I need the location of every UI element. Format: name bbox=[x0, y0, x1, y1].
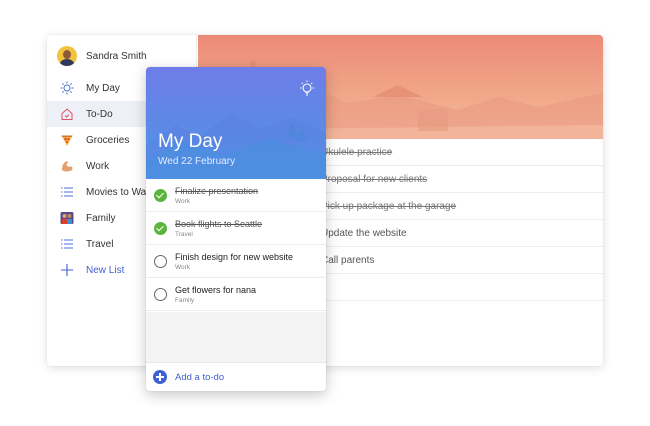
my-day-card: My Day Wed 22 February Finalize presenta… bbox=[146, 67, 326, 391]
sun-icon bbox=[59, 80, 75, 96]
sidebar-item-label: Work bbox=[86, 160, 110, 172]
lightbulb-icon[interactable] bbox=[298, 80, 316, 98]
new-list-label: New List bbox=[86, 264, 125, 276]
plus-icon bbox=[59, 262, 75, 278]
checkbox-checked-icon[interactable] bbox=[154, 222, 167, 235]
checkbox-icon[interactable] bbox=[154, 288, 167, 301]
sidebar-item-label: To-Do bbox=[86, 108, 113, 120]
task-list-name: Family bbox=[175, 297, 195, 304]
list-icon bbox=[59, 236, 75, 252]
page-title: My Day bbox=[158, 131, 223, 152]
my-day-task-list: Finalize presentation Work Book flights … bbox=[146, 179, 326, 311]
date-label: Wed 22 February bbox=[158, 156, 236, 167]
task-title: Get flowers for nana bbox=[175, 285, 257, 295]
pizza-icon bbox=[59, 132, 75, 148]
task-title: Finish design for new website bbox=[175, 252, 294, 262]
sidebar-item-label: Travel bbox=[86, 238, 114, 250]
house-icon bbox=[59, 106, 75, 122]
add-todo-button[interactable]: Add a to-do bbox=[146, 362, 326, 391]
task-row[interactable]: Book flights to Seattle Travel bbox=[146, 212, 326, 245]
avatar bbox=[57, 46, 77, 66]
checkbox-icon[interactable] bbox=[154, 255, 167, 268]
task-list-name: Travel bbox=[175, 231, 193, 238]
sidebar-item-label: Groceries bbox=[86, 134, 130, 146]
my-day-header: My Day Wed 22 February bbox=[146, 67, 326, 179]
user-profile[interactable]: Sandra Smith bbox=[57, 44, 147, 68]
empty-task-area bbox=[146, 312, 326, 362]
task-list-name: Work bbox=[175, 264, 191, 271]
family-icon bbox=[59, 210, 75, 226]
checkbox-checked-icon[interactable] bbox=[154, 189, 167, 202]
task-row[interactable]: Finish design for new website Work bbox=[146, 245, 326, 278]
task-list-name: Work bbox=[175, 198, 191, 205]
task-row[interactable]: Get flowers for nana Family bbox=[146, 278, 326, 311]
add-circle-icon bbox=[153, 370, 167, 384]
user-name: Sandra Smith bbox=[86, 50, 147, 62]
flexed-arm-icon bbox=[59, 158, 75, 174]
sidebar-item-label: Family bbox=[86, 212, 116, 224]
sidebar-item-label: My Day bbox=[86, 82, 120, 94]
task-title: Finalize presentation bbox=[175, 186, 259, 196]
task-row[interactable]: Finalize presentation Work bbox=[146, 179, 326, 212]
task-title: Book flights to Seattle bbox=[175, 219, 263, 229]
add-todo-label: Add a to-do bbox=[175, 371, 225, 383]
list-icon bbox=[59, 184, 75, 200]
